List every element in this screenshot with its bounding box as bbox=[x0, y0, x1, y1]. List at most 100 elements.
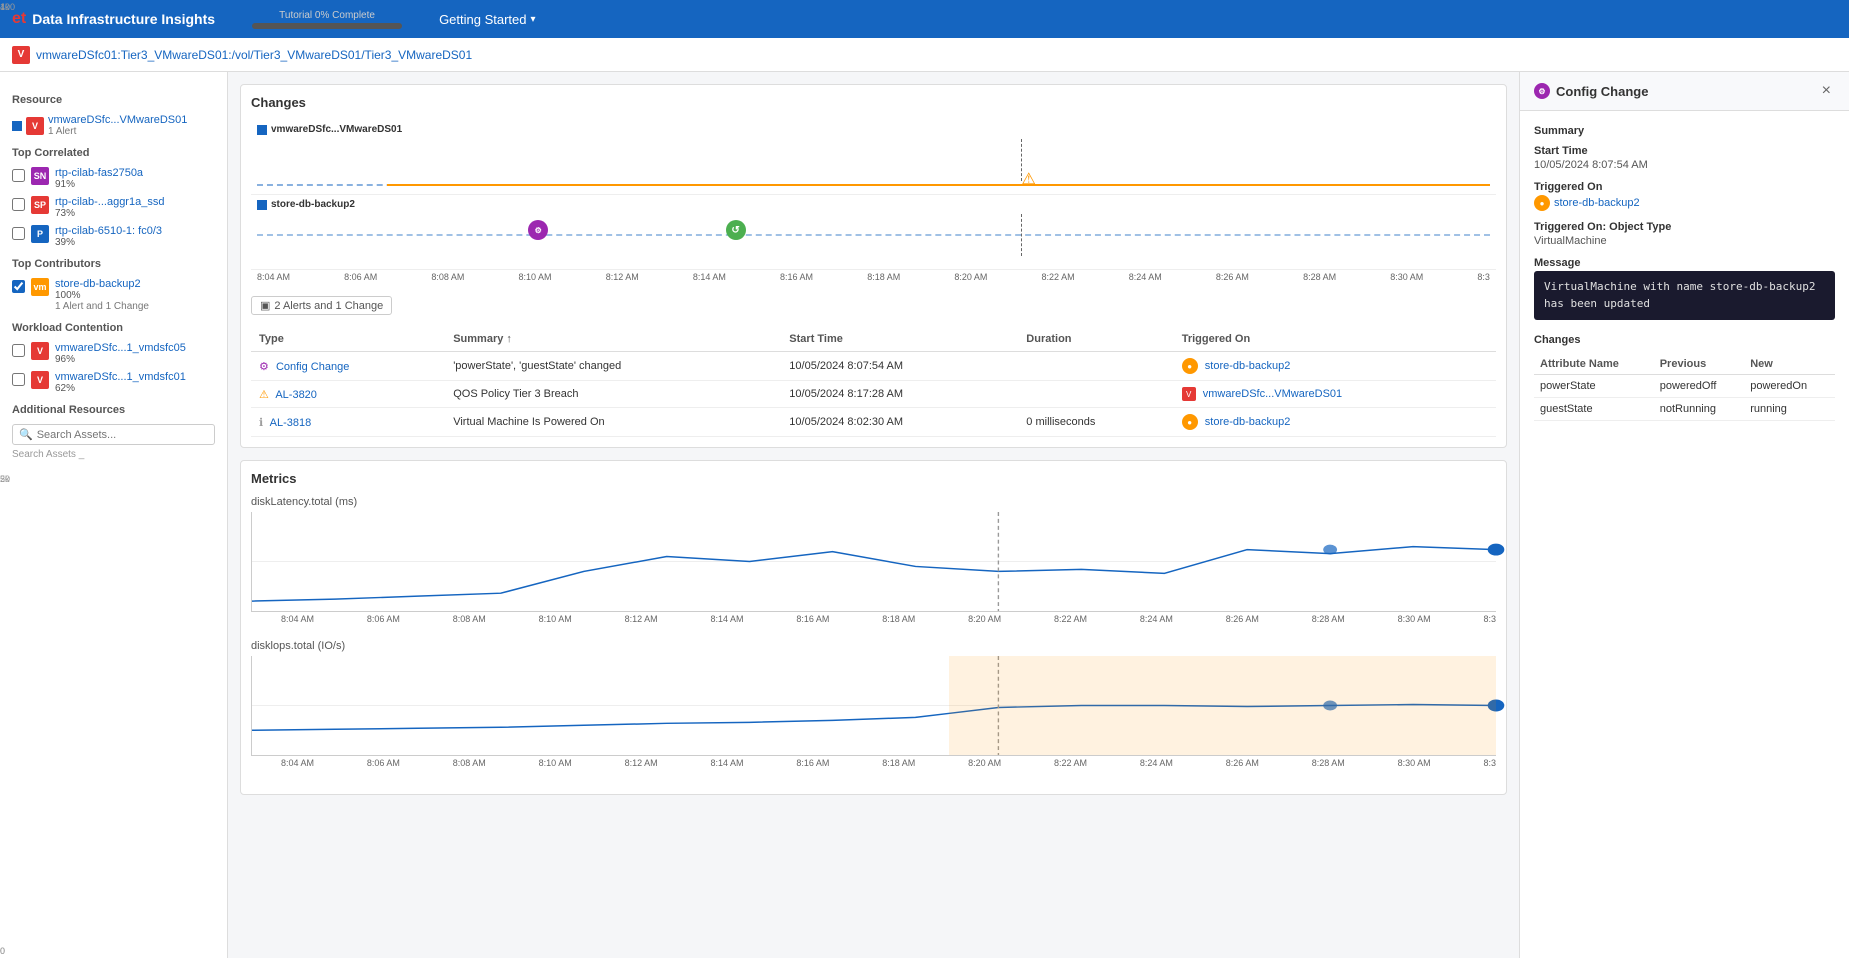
alerts-text: 2 Alerts and 1 Change bbox=[274, 300, 383, 312]
timeline-vert-line-2 bbox=[1021, 214, 1022, 256]
timeline-row-1: vmwareDSfc...VMwareDS01 ⚠ bbox=[251, 120, 1496, 195]
rp-col-previous: Previous bbox=[1654, 354, 1745, 375]
col-duration[interactable]: Duration bbox=[1018, 327, 1173, 352]
changes-table: Type Summary ↑ Start Time Duration Trigg… bbox=[251, 327, 1496, 437]
close-panel-button[interactable]: × bbox=[1818, 82, 1835, 100]
main-content: Changes vmwareDSfc...VMwareDS01 ⚠ bbox=[228, 72, 1519, 958]
top-correlated-title: Top Correlated bbox=[12, 147, 215, 159]
changes-rp-title: Changes bbox=[1534, 334, 1835, 346]
correlated-link-2[interactable]: rtp-cilab-6510-1: fc0/3 bbox=[55, 225, 162, 237]
config-change-link[interactable]: Config Change bbox=[276, 361, 349, 373]
timeline-vert-line bbox=[1021, 139, 1022, 181]
triggered-on-icon: ● bbox=[1534, 195, 1550, 211]
summary-cell-1: QOS Policy Tier 3 Breach bbox=[445, 381, 781, 408]
contributor-badge-0: vm bbox=[31, 278, 49, 296]
workload-link-1[interactable]: vmwareDSfc...1_vmdsfc01 bbox=[55, 371, 186, 383]
correlated-percent-2: 39% bbox=[55, 237, 162, 248]
contributor-link-0[interactable]: store-db-backup2 bbox=[55, 278, 149, 290]
app-name: Data Infrastructure Insights bbox=[32, 11, 215, 27]
correlated-item-0[interactable]: SN rtp-cilab-fas2750a 91% bbox=[12, 167, 215, 190]
message-box: VirtualMachine with name store-db-backup… bbox=[1534, 271, 1835, 320]
main-layout: Resource V vmwareDSfc...VMwareDS01 1 Ale… bbox=[0, 72, 1849, 958]
timeline-container: vmwareDSfc...VMwareDS01 ⚠ store-db-backu… bbox=[251, 120, 1496, 284]
config-change-panel-icon: ⚙ bbox=[1534, 83, 1550, 99]
triggered-link-2[interactable]: store-db-backup2 bbox=[1205, 416, 1291, 428]
triggered-on-label: Triggered On bbox=[1534, 181, 1835, 193]
right-panel: ⚙ Config Change × Summary Start Time 10/… bbox=[1519, 72, 1849, 958]
rp-col-attribute: Attribute Name bbox=[1534, 354, 1654, 375]
triggered-on-object-type-label: Triggered On: Object Type bbox=[1534, 221, 1835, 233]
timeline-xaxis: 8:04 AM8:06 AM8:08 AM8:10 AM 8:12 AM8:14… bbox=[251, 270, 1496, 284]
triggered-icon-0: ● bbox=[1182, 358, 1198, 374]
rp-col-new: New bbox=[1744, 354, 1835, 375]
rp-table-row: powerState poweredOff poweredOn bbox=[1534, 375, 1835, 398]
disk-latency-title: diskLatency.total (ms) bbox=[251, 496, 1496, 508]
triggered-icon-2: ● bbox=[1182, 414, 1198, 430]
metrics-section: Metrics diskLatency.total (ms) 100500 bbox=[240, 460, 1507, 795]
workload-link-0[interactable]: vmwareDSfc...1_vmdsfc05 bbox=[55, 342, 186, 354]
disklops-chart: disklops.total (IO/s) 4k2k0 bbox=[251, 640, 1496, 768]
row1-name: vmwareDSfc...VMwareDS01 bbox=[271, 124, 402, 135]
col-summary[interactable]: Summary ↑ bbox=[445, 327, 781, 352]
starttime-cell-1: 10/05/2024 8:17:28 AM bbox=[781, 381, 1018, 408]
getting-started-menu[interactable]: Getting Started ▾ bbox=[439, 12, 535, 27]
table-row: ⚙ Config Change 'powerState', 'guestStat… bbox=[251, 352, 1496, 381]
start-time-label: Start Time bbox=[1534, 145, 1835, 157]
rp-new-1: running bbox=[1744, 398, 1835, 421]
row2-chart: ⚙ ↺ bbox=[257, 214, 1490, 256]
summary-cell-0: 'powerState', 'guestState' changed bbox=[445, 352, 781, 381]
changes-rp-section: Changes Attribute Name Previous New powe… bbox=[1534, 334, 1835, 421]
triggered-link-1[interactable]: vmwareDSfc...VMwareDS01 bbox=[1203, 388, 1342, 400]
col-triggeredon[interactable]: Triggered On bbox=[1174, 327, 1496, 352]
triggered-on-link[interactable]: store-db-backup2 bbox=[1554, 197, 1640, 209]
rp-attr-0: powerState bbox=[1534, 375, 1654, 398]
col-type[interactable]: Type bbox=[251, 327, 445, 352]
top-navigation: et Data Infrastructure Insights Tutorial… bbox=[0, 0, 1849, 38]
triggered-link-0[interactable]: store-db-backup2 bbox=[1205, 360, 1291, 372]
triggered-cell-1: V vmwareDSfc...VMwareDS01 bbox=[1174, 381, 1496, 408]
duration-cell-2: 0 milliseconds bbox=[1018, 408, 1173, 437]
contributor-detail-0: 1 Alert and 1 Change bbox=[55, 301, 149, 312]
warning-icon: ⚠ bbox=[1021, 169, 1035, 189]
table-row: ℹ AL-3818 Virtual Machine Is Powered On … bbox=[251, 408, 1496, 437]
info-icon: ℹ bbox=[259, 417, 263, 429]
search-assets-input-wrap[interactable]: 🔍 bbox=[12, 424, 215, 445]
al3818-link[interactable]: AL-3818 bbox=[270, 417, 312, 429]
correlated-link-1[interactable]: rtp-cilab-...aggr1a_ssd bbox=[55, 196, 164, 208]
highlight-region bbox=[949, 656, 1496, 755]
triggered-on-value[interactable]: ● store-db-backup2 bbox=[1534, 195, 1835, 211]
changes-title: Changes bbox=[251, 95, 1496, 110]
workload-item-0[interactable]: V vmwareDSfc...1_vmdsfc05 96% bbox=[12, 342, 215, 365]
alerts-icon: ▣ bbox=[260, 299, 270, 312]
correlated-link-0[interactable]: rtp-cilab-fas2750a bbox=[55, 167, 143, 179]
config-change-dot: ⚙ bbox=[528, 220, 548, 240]
workload-percent-1: 62% bbox=[55, 383, 186, 394]
search-assets-hint: Search Assets _ bbox=[12, 449, 215, 460]
metrics-title: Metrics bbox=[251, 471, 1496, 486]
resource-link[interactable]: vmwareDSfc...VMwareDS01 bbox=[48, 114, 187, 126]
disk-latency-xaxis: 8:04 AM8:06 AM8:08 AM8:10 AM 8:12 AM8:14… bbox=[281, 612, 1496, 624]
resource-item[interactable]: V vmwareDSfc...VMwareDS01 1 Alert bbox=[12, 114, 215, 137]
disk-latency-chart-area: 100500 bbox=[251, 512, 1496, 612]
type-cell-1: ⚠ AL-3820 bbox=[251, 381, 445, 408]
workload-item-1[interactable]: V vmwareDSfc...1_vmdsfc01 62% bbox=[12, 371, 215, 394]
summary-cell-2: Virtual Machine Is Powered On bbox=[445, 408, 781, 437]
correlated-item-1[interactable]: SP rtp-cilab-...aggr1a_ssd 73% bbox=[12, 196, 215, 219]
progress-bar-container: Tutorial 0% Complete bbox=[227, 10, 427, 29]
al3820-link[interactable]: AL-3820 bbox=[275, 389, 317, 401]
rp-table-row: guestState notRunning running bbox=[1534, 398, 1835, 421]
workload-title: Workload Contention bbox=[12, 322, 215, 334]
right-panel-body: Summary Start Time 10/05/2024 8:07:54 AM… bbox=[1520, 111, 1849, 449]
search-assets-input[interactable] bbox=[37, 429, 208, 441]
changes-rp-table: Attribute Name Previous New powerState p… bbox=[1534, 354, 1835, 421]
triggered-on-object-type-value: VirtualMachine bbox=[1534, 235, 1835, 247]
start-time-value: 10/05/2024 8:07:54 AM bbox=[1534, 159, 1835, 171]
contributor-item-0[interactable]: vm store-db-backup2 100% 1 Alert and 1 C… bbox=[12, 278, 215, 312]
correlated-item-2[interactable]: P rtp-cilab-6510-1: fc0/3 39% bbox=[12, 225, 215, 248]
triggered-cell-0: ● store-db-backup2 bbox=[1174, 352, 1496, 381]
table-row: ⚠ AL-3820 QOS Policy Tier 3 Breach 10/05… bbox=[251, 381, 1496, 408]
rp-new-0: poweredOn bbox=[1744, 375, 1835, 398]
col-starttime[interactable]: Start Time bbox=[781, 327, 1018, 352]
correlated-badge-2: P bbox=[31, 225, 49, 243]
brand-logo: et Data Infrastructure Insights bbox=[12, 10, 215, 28]
